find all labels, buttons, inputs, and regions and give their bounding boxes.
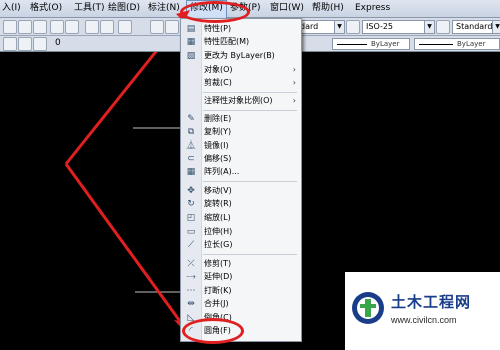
watermark: 土木工程网 www.civilcn.com xyxy=(345,272,500,350)
table-style-combo[interactable]: dard ▼ xyxy=(296,20,345,34)
chevron-down-icon: ▼ xyxy=(424,21,434,33)
trim-icon: ⤫ xyxy=(187,259,195,269)
menu-item-lengthen[interactable]: ⟋ 拉长(G) xyxy=(181,239,301,251)
break-icon: ⋯ xyxy=(186,286,196,296)
linetype-combo-1[interactable]: ByLayer xyxy=(332,38,410,50)
annotation-arrow-line xyxy=(64,52,158,165)
menu-tools[interactable]: 工具(T) xyxy=(74,0,105,17)
zoom-icon[interactable] xyxy=(100,20,114,34)
layer-lock-icon[interactable] xyxy=(33,37,47,51)
copy-icon: ⧉ xyxy=(187,127,195,137)
erase-icon: ✎ xyxy=(187,114,195,124)
menu-separator xyxy=(203,110,297,111)
menu-item-annotative-scale[interactable]: 注释性对象比例(O) › xyxy=(181,95,301,107)
undo-icon[interactable] xyxy=(50,20,64,34)
menu-item-match-properties[interactable]: ▦ 特性匹配(M) xyxy=(181,36,301,48)
menu-express[interactable]: Express xyxy=(355,0,390,17)
menu-draw[interactable]: 绘图(D) xyxy=(108,0,140,17)
menu-item-array[interactable]: ▦ 阵列(A)... xyxy=(181,166,301,178)
highlight-ellipse-fillet xyxy=(182,318,244,344)
pan-icon[interactable] xyxy=(85,20,99,34)
new-icon[interactable] xyxy=(3,20,17,34)
extend-icon: ⤏ xyxy=(186,272,196,282)
menu-insert[interactable]: 入(I) xyxy=(2,0,21,17)
dimstyle-combo[interactable]: ISO-25 ▼ xyxy=(362,20,435,34)
stretch-icon: ▭ xyxy=(186,227,196,237)
menu-separator xyxy=(203,254,297,255)
save-icon[interactable] xyxy=(33,20,47,34)
scale-icon: ◰ xyxy=(186,213,196,223)
menu-item-object[interactable]: 对象(O) › xyxy=(181,64,301,76)
menu-item-offset[interactable]: ⊂ 偏移(S) xyxy=(181,153,301,165)
menu-item-properties[interactable]: ▤ 特性(P) xyxy=(181,23,301,35)
menu-item-scale[interactable]: ◰ 缩放(L) xyxy=(181,212,301,224)
textstyle-combo[interactable]: Standard ▼ xyxy=(452,20,500,34)
menu-separator xyxy=(203,92,297,93)
menu-help[interactable]: 帮助(H) xyxy=(312,0,344,17)
array-icon: ▦ xyxy=(186,167,196,177)
menu-item-trim[interactable]: ⤫ 修剪(T) xyxy=(181,258,301,270)
mirror-icon: ⏅ xyxy=(186,141,196,151)
linetype-sample xyxy=(337,44,367,45)
annotation-arrow-line xyxy=(64,163,184,325)
properties-icon: ▤ xyxy=(186,24,196,34)
watermark-title: 土木工程网 xyxy=(391,293,472,311)
menu-item-copy[interactable]: ⧉ 复制(Y) xyxy=(181,126,301,138)
zoom-window-icon[interactable] xyxy=(118,20,132,34)
match-properties-icon: ▦ xyxy=(186,37,196,47)
modify-menu-dropdown: ▤ 特性(P) ▦ 特性匹配(M) ▧ 更改为 ByLayer(B) 对象(O)… xyxy=(180,18,302,342)
linetype-sample xyxy=(419,44,453,45)
menu-item-stretch[interactable]: ▭ 拉伸(H) xyxy=(181,226,301,238)
properties-toolbar-icon[interactable] xyxy=(150,20,164,34)
menu-item-rotate[interactable]: ↻ 旋转(R) xyxy=(181,198,301,210)
menu-item-extend[interactable]: ⤏ 延伸(D) xyxy=(181,271,301,283)
civilcn-logo-icon xyxy=(352,292,384,324)
dimstyle-icon[interactable] xyxy=(346,20,360,34)
menu-separator xyxy=(203,181,297,182)
textstyle-icon[interactable] xyxy=(436,20,450,34)
submenu-arrow-icon: › xyxy=(292,65,296,74)
submenu-arrow-icon: › xyxy=(292,78,296,87)
menu-item-join[interactable]: ⇹ 合并(J) xyxy=(181,298,301,310)
layer-on-icon[interactable] xyxy=(3,37,17,51)
menu-item-clip[interactable]: 剪裁(C) › xyxy=(181,77,301,89)
offset-icon: ⊂ xyxy=(187,154,195,164)
change-bylayer-icon: ▧ xyxy=(186,51,196,61)
join-icon: ⇹ xyxy=(187,299,195,309)
lengthen-icon: ⟋ xyxy=(187,240,195,250)
chevron-down-icon: ▼ xyxy=(492,21,500,33)
linetype-combo-2[interactable]: ByLayer xyxy=(414,38,500,50)
move-icon: ✥ xyxy=(187,186,195,196)
watermark-url: www.civilcn.com xyxy=(391,315,457,325)
submenu-arrow-icon: › xyxy=(292,96,296,105)
menu-item-move[interactable]: ✥ 移动(V) xyxy=(181,185,301,197)
redo-icon[interactable] xyxy=(65,20,79,34)
chevron-down-icon: ▼ xyxy=(334,21,344,33)
rotate-icon: ↻ xyxy=(187,199,195,209)
menu-item-change-bylayer[interactable]: ▧ 更改为 ByLayer(B) xyxy=(181,50,301,62)
highlight-ellipse-modify-menu xyxy=(180,1,250,23)
open-icon[interactable] xyxy=(18,20,32,34)
menu-format[interactable]: 格式(O) xyxy=(30,0,62,17)
menu-item-break[interactable]: ⋯ 打断(K) xyxy=(181,285,301,297)
layer-name: 0 xyxy=(55,38,61,48)
layer-freeze-icon[interactable] xyxy=(18,37,32,51)
menu-item-erase[interactable]: ✎ 删除(E) xyxy=(181,113,301,125)
menu-window[interactable]: 窗口(W) xyxy=(270,0,304,17)
menu-item-mirror[interactable]: ⏅ 镜像(I) xyxy=(181,140,301,152)
menu-bar: 入(I) 格式(O) 工具(T) 绘图(D) 标注(N) 修改(M) 参数(P)… xyxy=(0,0,500,19)
